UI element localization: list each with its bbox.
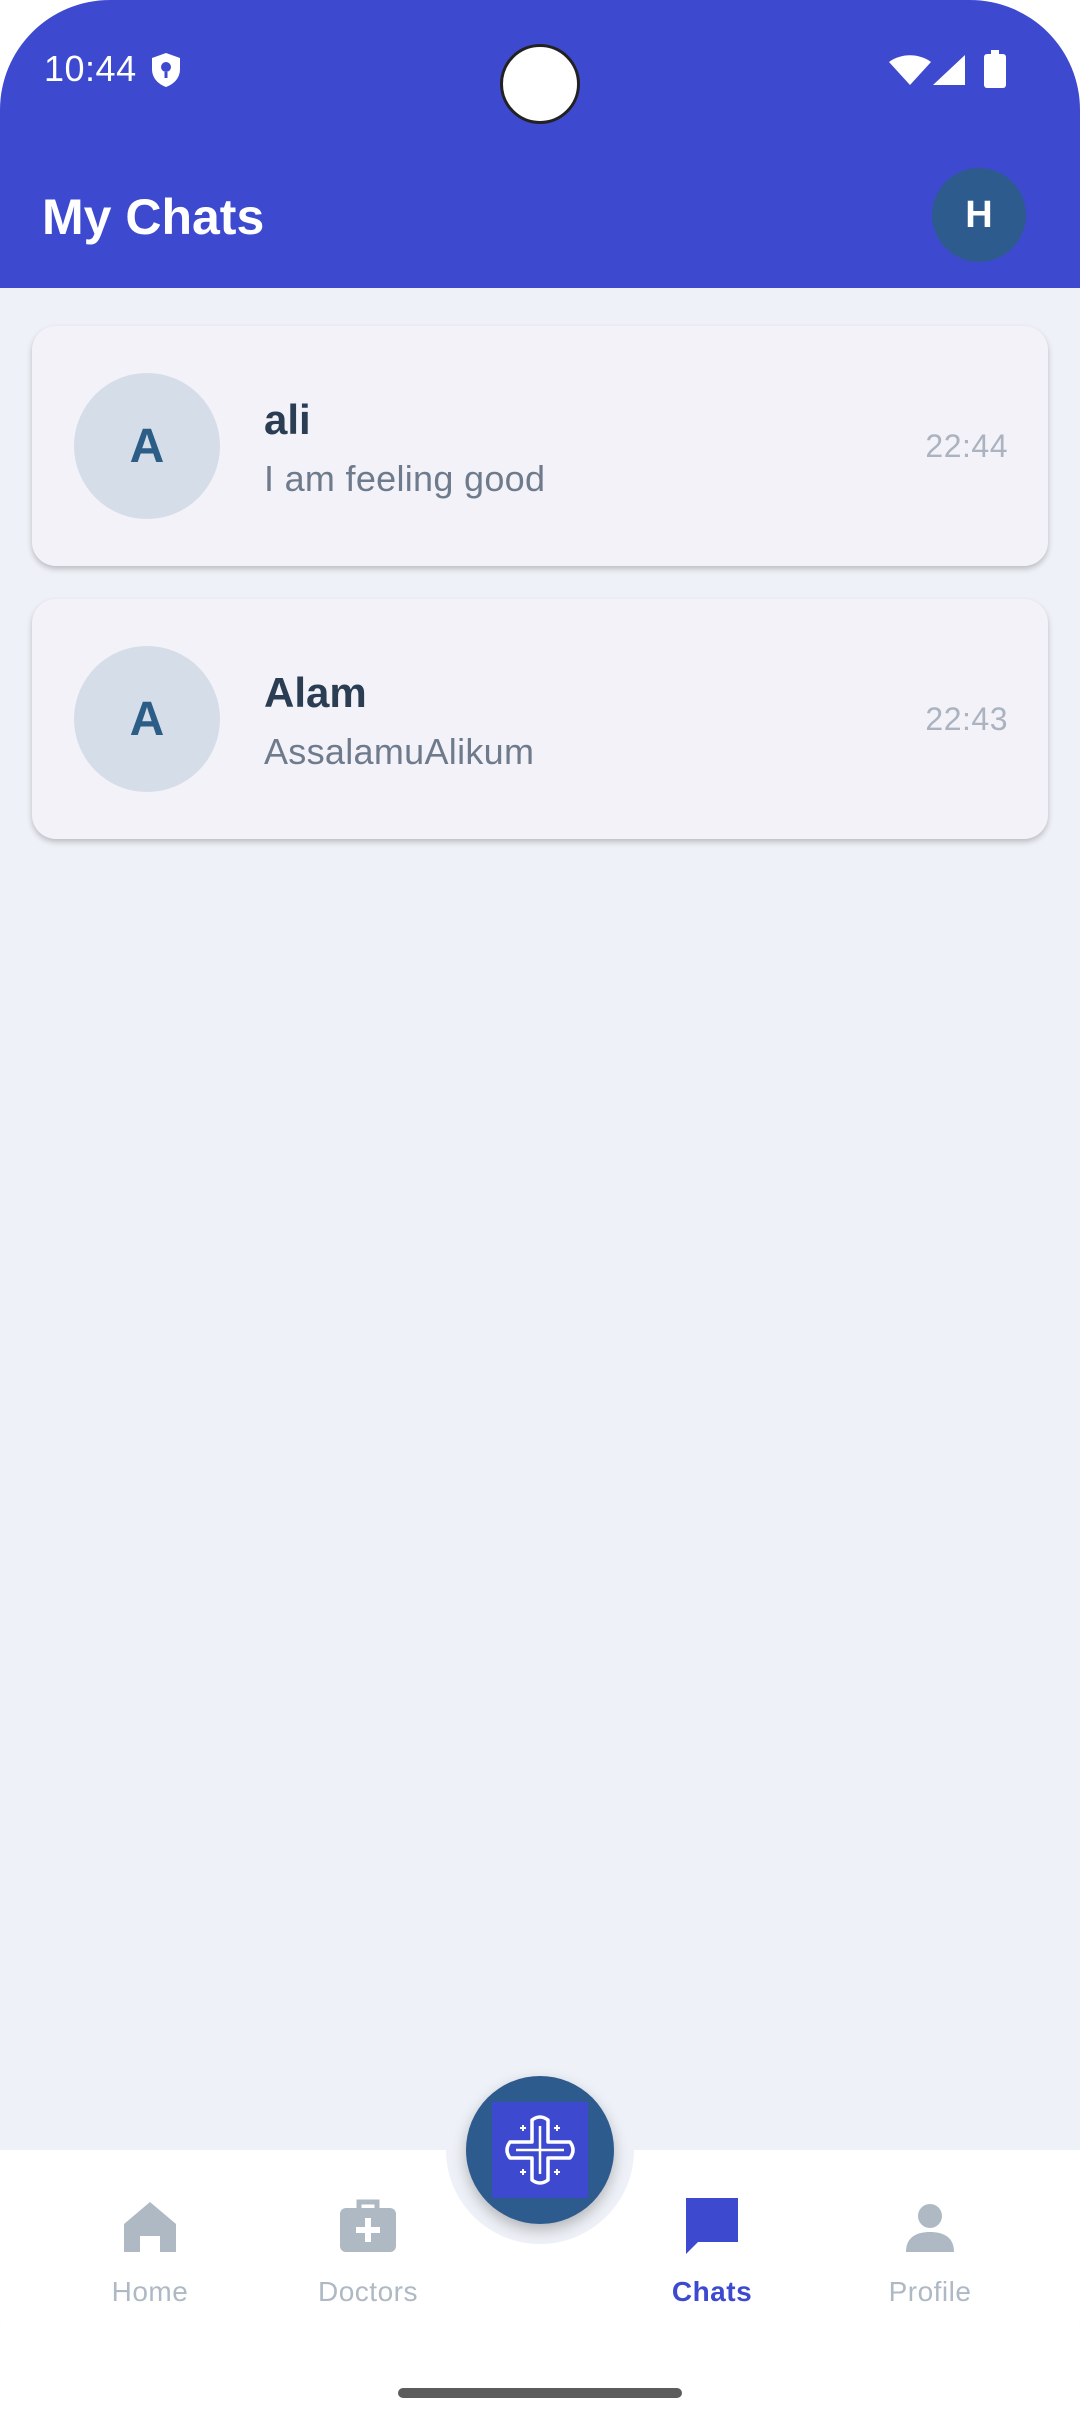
chat-time: 22:44	[925, 428, 1008, 464]
signal-icon	[933, 55, 965, 85]
chat-time: 22:43	[925, 701, 1008, 737]
user-avatar[interactable]: H	[932, 168, 1026, 262]
chat-bubble-icon	[686, 2198, 738, 2254]
battery-icon	[984, 50, 1006, 88]
chat-avatar: A	[74, 373, 220, 519]
medical-bag-icon	[340, 2199, 396, 2252]
camera-cutout	[500, 44, 580, 124]
nav-doctors[interactable]: Doctors	[278, 2196, 458, 2326]
nav-home[interactable]: Home	[60, 2196, 240, 2326]
nav-chats-label: Chats	[671, 2276, 753, 2307]
home-icon	[124, 2202, 176, 2252]
nav-home-label: Home	[111, 2276, 189, 2307]
chat-list-item[interactable]: A Alam AssalamuAlikum 22:43	[32, 599, 1048, 839]
phone-screen: 10:44 My Chats H A ali I am feeling good…	[0, 0, 1080, 2424]
page-title: My Chats	[42, 189, 265, 245]
shield-icon	[152, 53, 180, 87]
chat-last-message: I am feeling good	[264, 458, 546, 499]
chat-last-message: AssalamuAlikum	[264, 731, 535, 772]
center-action-button[interactable]	[466, 2076, 614, 2224]
status-time: 10:44	[44, 48, 137, 89]
nav-profile[interactable]: Profile	[840, 2196, 1020, 2326]
gesture-home-indicator[interactable]	[398, 2388, 682, 2398]
chat-name: ali	[264, 396, 311, 443]
medical-cross-logo-icon	[492, 2102, 588, 2198]
chat-list-item[interactable]: A ali I am feeling good 22:44	[32, 326, 1048, 566]
status-bar: 10:44	[0, 0, 1080, 140]
app-header: 10:44 My Chats H	[0, 0, 1080, 288]
nav-profile-label: Profile	[888, 2276, 972, 2307]
chat-name: Alam	[264, 669, 367, 716]
chat-avatar: A	[74, 646, 220, 792]
person-icon	[906, 2204, 954, 2252]
nav-doctors-label: Doctors	[318, 2276, 418, 2307]
wifi-icon	[889, 55, 931, 85]
nav-chats[interactable]: Chats	[622, 2196, 802, 2326]
